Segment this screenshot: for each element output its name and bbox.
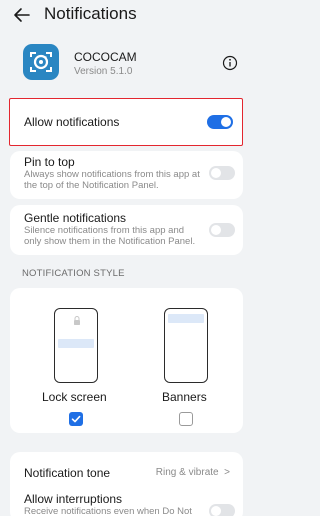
gentle-notifications-toggle[interactable]: [209, 223, 235, 237]
banners-notification-bar: [168, 314, 204, 323]
app-version: Version 5.1.0: [74, 66, 133, 77]
camera-logo-icon: [30, 52, 52, 72]
app-icon: [23, 44, 59, 80]
info-icon[interactable]: [222, 55, 238, 71]
pin-to-top-row[interactable]: Pin to top Always show notifications fro…: [10, 151, 243, 199]
banners-preview: [164, 308, 208, 383]
notification-style-card: Lock screen Banners: [10, 288, 243, 433]
page-title: Notifications: [44, 4, 137, 23]
app-info: COCOCAM Version 5.1.0: [0, 44, 250, 90]
banners-label: Banners: [162, 390, 207, 404]
notifications-screen: Notifications COCOCAM Version 5.1.0 Allo…: [0, 0, 250, 516]
pin-to-top-description: Always show notifications from this app …: [24, 169, 200, 191]
back-arrow-icon[interactable]: [12, 5, 32, 25]
allow-interruptions-label: Allow interruptions: [24, 492, 123, 506]
pin-to-top-toggle[interactable]: [209, 166, 235, 180]
chevron-right-icon: >: [221, 467, 230, 478]
allow-notifications-row[interactable]: Allow notifications: [9, 98, 243, 146]
notification-style-section-title: NOTIFICATION STYLE: [22, 268, 125, 279]
header: Notifications: [0, 0, 250, 34]
gentle-notifications-description: Silence notifications from this app and …: [24, 225, 196, 247]
allow-notifications-toggle[interactable]: [207, 115, 233, 129]
gentle-notifications-label: Gentle notifications: [24, 211, 127, 225]
app-name: COCOCAM: [74, 50, 137, 64]
allow-interruptions-toggle[interactable]: [209, 504, 235, 516]
gentle-notifications-row[interactable]: Gentle notifications Silence notificatio…: [10, 205, 243, 255]
notification-tone-value: Ring & vibrate >: [155, 467, 230, 478]
allow-interruptions-description: Receive notifications even when Do Not: [24, 506, 192, 516]
lock-screen-notification-bar: [58, 339, 94, 348]
lock-screen-label: Lock screen: [42, 390, 107, 404]
allow-notifications-label: Allow notifications: [24, 115, 120, 129]
bottom-settings-card: Notification tone Ring & vibrate > Allow…: [10, 452, 243, 516]
lock-icon: [74, 316, 80, 325]
pin-to-top-label: Pin to top: [24, 155, 75, 169]
lock-screen-preview: [54, 308, 98, 383]
lock-screen-checkbox[interactable]: [69, 412, 83, 426]
notification-tone-label: Notification tone: [24, 466, 111, 480]
banners-checkbox[interactable]: [179, 412, 193, 426]
check-icon: [71, 415, 81, 423]
